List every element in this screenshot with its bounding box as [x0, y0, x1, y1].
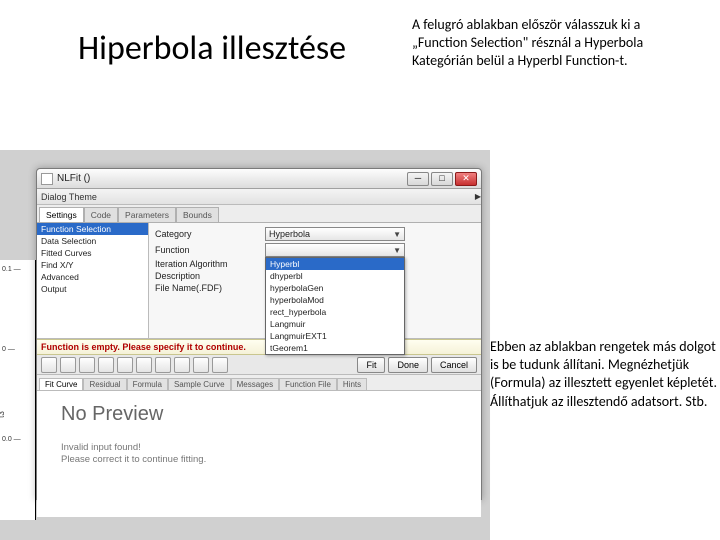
axis-label: t3	[0, 411, 6, 418]
close-button[interactable]: ✕	[455, 172, 477, 186]
tool-button[interactable]	[193, 357, 209, 373]
nlfit-dialog: NLFit () ─ □ ✕ Dialog Theme ▶ Settings C…	[36, 168, 482, 500]
tab-hints[interactable]: Hints	[337, 378, 367, 390]
side-item-function-selection[interactable]: Function Selection	[37, 223, 148, 235]
chevron-down-icon: ▼	[393, 246, 401, 255]
tab-parameters[interactable]: Parameters	[118, 207, 176, 222]
toolbar: Fit Done Cancel	[37, 355, 481, 375]
dropdown-option[interactable]: dhyperbl	[266, 270, 404, 282]
tool-button[interactable]	[60, 357, 76, 373]
tab-code[interactable]: Code	[84, 207, 118, 222]
preview-message: Invalid input found! Please correct it t…	[61, 442, 481, 467]
tool-button[interactable]	[79, 357, 95, 373]
tab-bounds[interactable]: Bounds	[176, 207, 219, 222]
side-item-fitted-curves[interactable]: Fitted Curves	[37, 247, 148, 259]
warning-text: Function is empty. Please specify it to …	[41, 342, 246, 352]
bottom-tabstrip: Fit Curve Residual Formula Sample Curve …	[37, 375, 481, 391]
fit-button[interactable]: Fit	[357, 357, 385, 373]
function-label: Function	[155, 245, 265, 255]
preview-msg-2: Please correct it to continue fitting.	[61, 454, 481, 466]
tab-function-file[interactable]: Function File	[279, 378, 337, 390]
app-icon	[41, 173, 53, 185]
slide-title: Hiperbola illesztése	[78, 28, 346, 69]
preview-msg-1: Invalid input found!	[61, 442, 481, 454]
axis-tick: 0 —	[2, 346, 15, 353]
side-item-data-selection[interactable]: Data Selection	[37, 235, 148, 247]
explanation-bottom: Ebben az ablakban rengetek más dolgot is…	[490, 338, 720, 411]
done-button[interactable]: Done	[388, 357, 428, 373]
warning-bar: Function is empty. Please specify it to …	[37, 339, 481, 355]
tab-residual[interactable]: Residual	[83, 378, 126, 390]
function-dropdown: Hyperbl dhyperbl hyperbolaGen hyperbolaM…	[265, 257, 405, 355]
minimize-button[interactable]: ─	[407, 172, 429, 186]
chevron-right-icon[interactable]: ▶	[475, 192, 481, 201]
tab-messages[interactable]: Messages	[231, 378, 279, 390]
iteration-label: Iteration Algorithm	[155, 259, 265, 269]
tool-button[interactable]	[212, 357, 228, 373]
dropdown-option[interactable]: LangmuirEXT1	[266, 330, 404, 342]
chevron-down-icon: ▼	[393, 230, 401, 239]
no-preview-title: No Preview	[61, 403, 481, 426]
preview-pane: No Preview Invalid input found! Please c…	[37, 391, 481, 517]
titlebar[interactable]: NLFit () ─ □ ✕	[37, 169, 481, 189]
explanation-top: A felugró ablakban először válasszuk ki …	[412, 16, 670, 71]
tool-button[interactable]	[41, 357, 57, 373]
dropdown-option[interactable]: tGeorem1	[266, 342, 404, 354]
dropdown-option[interactable]: hyperbolaGen	[266, 282, 404, 294]
menubar: Dialog Theme ▶	[37, 189, 481, 205]
category-label: Category	[155, 229, 265, 239]
tool-button[interactable]	[155, 357, 171, 373]
tool-button[interactable]	[174, 357, 190, 373]
dropdown-option[interactable]: rect_hyperbola	[266, 306, 404, 318]
category-value: Hyperbola	[269, 229, 310, 239]
axis-tick: 0.1 —	[2, 266, 21, 273]
top-tabstrip: Settings Code Parameters Bounds	[37, 205, 481, 223]
side-item-find-xy[interactable]: Find X/Y	[37, 259, 148, 271]
axis-tick: 0.0 —	[2, 436, 21, 443]
tab-fit-curve[interactable]: Fit Curve	[39, 378, 83, 390]
window-title: NLFit ()	[57, 173, 407, 184]
dialog-theme-label: Dialog Theme	[41, 192, 97, 202]
settings-side-list: Function Selection Data Selection Fitted…	[37, 223, 149, 338]
tool-button[interactable]	[98, 357, 114, 373]
category-select[interactable]: Hyperbola ▼	[265, 227, 405, 241]
tool-button[interactable]	[117, 357, 133, 373]
dropdown-option[interactable]: Hyperbl	[266, 258, 404, 270]
maximize-button[interactable]: □	[431, 172, 453, 186]
tab-sample-curve[interactable]: Sample Curve	[168, 378, 231, 390]
cancel-button[interactable]: Cancel	[431, 357, 477, 373]
tab-formula[interactable]: Formula	[127, 378, 168, 390]
form-area: Category Hyperbola ▼ Function ▼ Hyperbl …	[149, 223, 481, 338]
side-item-output[interactable]: Output	[37, 283, 148, 295]
dropdown-option[interactable]: hyperbolaMod	[266, 294, 404, 306]
tool-button[interactable]	[136, 357, 152, 373]
side-item-advanced[interactable]: Advanced	[37, 271, 148, 283]
filename-label: File Name(.FDF)	[155, 283, 265, 293]
axis-fragment: 0.1 — 0 — 0.0 — t3	[0, 260, 36, 520]
dropdown-option[interactable]: Langmuir	[266, 318, 404, 330]
tab-settings[interactable]: Settings	[39, 207, 84, 222]
description-label: Description	[155, 271, 265, 281]
function-select[interactable]: ▼	[265, 243, 405, 257]
